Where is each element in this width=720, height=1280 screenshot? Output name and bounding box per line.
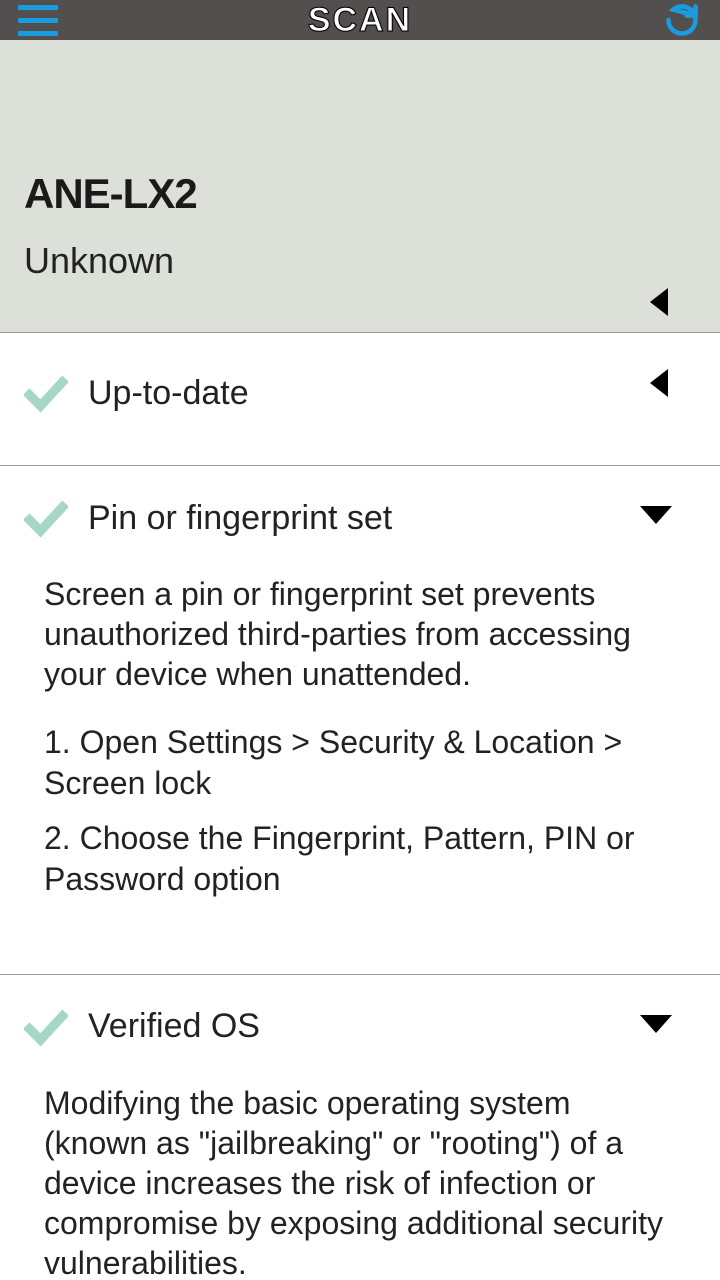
- item-verified-os[interactable]: Verified OS Modifying the basic operatin…: [0, 975, 720, 1280]
- item-description: Modifying the basic operating system (kn…: [44, 1083, 676, 1280]
- item-description: Screen a pin or fingerprint set prevents…: [44, 574, 676, 694]
- app-header: SCAN: [0, 0, 720, 40]
- item-step-1: 1. Open Settings > Security & Location >…: [44, 722, 676, 804]
- device-status: Unknown: [24, 240, 696, 282]
- item-title: Pin or fingerprint set: [88, 499, 392, 538]
- device-name: ANE-LX2: [24, 170, 696, 218]
- item-title: Verified OS: [88, 1007, 260, 1046]
- item-step-2: 2. Choose the Fingerprint, Pattern, PIN …: [44, 818, 676, 900]
- collapse-left-icon[interactable]: [650, 288, 668, 316]
- menu-icon[interactable]: [18, 0, 58, 40]
- item-body: Modifying the basic operating system (kn…: [24, 1049, 696, 1280]
- item-body: Screen a pin or fingerprint set prevents…: [24, 540, 696, 900]
- item-up-to-date[interactable]: Up-to-date: [0, 333, 720, 466]
- collapse-left-icon[interactable]: [650, 369, 668, 397]
- check-icon: [24, 1005, 68, 1049]
- check-icon: [24, 371, 68, 415]
- device-section[interactable]: ANE-LX2 Unknown: [0, 40, 720, 333]
- check-icon: [24, 496, 68, 540]
- item-pin-fingerprint[interactable]: Pin or fingerprint set Screen a pin or f…: [0, 466, 720, 975]
- refresh-icon[interactable]: [662, 0, 702, 40]
- page-title: SCAN: [308, 1, 412, 40]
- expand-down-icon[interactable]: [640, 1015, 672, 1033]
- expand-down-icon[interactable]: [640, 506, 672, 524]
- item-title: Up-to-date: [88, 374, 249, 413]
